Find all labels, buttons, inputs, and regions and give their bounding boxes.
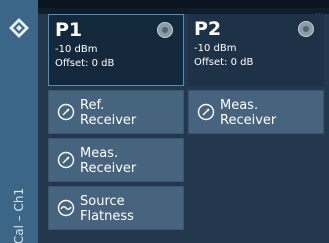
- channel-label-text: Cal – Ch1: [12, 187, 27, 243]
- side-strip: Cal – Ch1: [0, 0, 38, 243]
- ref-receiver-label: Ref. Receiver: [80, 98, 137, 128]
- calibration-panel: Cal – Ch1 ⋯ P1 -10 dBm Offset: 0 dB P2 -…: [0, 0, 329, 243]
- port-p2-title: P2: [194, 18, 222, 40]
- top-bar: [38, 0, 329, 8]
- meas-receiver-p1-button[interactable]: Meas. Receiver: [48, 138, 184, 182]
- port-status-icon[interactable]: [157, 22, 173, 38]
- channel-label: Cal – Ch1: [6, 187, 32, 243]
- meas-receiver-p2-button[interactable]: Meas. Receiver: [188, 90, 324, 134]
- source-flatness-button[interactable]: Source Flatness: [48, 186, 184, 230]
- source-flatness-label: Source Flatness: [80, 194, 134, 224]
- gauge-icon: [197, 103, 215, 121]
- port-p2-power: -10 dBm: [194, 43, 237, 54]
- port-p2-offset: Offset: 0 dB: [194, 57, 254, 68]
- port-status-icon[interactable]: [298, 21, 314, 37]
- ref-receiver-button[interactable]: Ref. Receiver: [48, 90, 184, 134]
- port-p2-card[interactable]: P2 -10 dBm Offset: 0 dB: [188, 14, 324, 86]
- meas-receiver-p1-label: Meas. Receiver: [80, 146, 137, 176]
- port-p1-card[interactable]: P1 -10 dBm Offset: 0 dB: [48, 14, 184, 86]
- port-p1-power: -10 dBm: [55, 44, 98, 55]
- gauge-icon: [57, 151, 75, 169]
- cal-content: P1 -10 dBm Offset: 0 dB P2 -10 dBm Offse…: [38, 14, 329, 243]
- port-p1-offset: Offset: 0 dB: [55, 58, 115, 69]
- rs-logo-icon: [9, 18, 29, 38]
- flatness-icon: [57, 199, 75, 217]
- port-p1-title: P1: [55, 19, 83, 41]
- meas-receiver-p2-label: Meas. Receiver: [220, 98, 277, 128]
- gauge-icon: [57, 103, 75, 121]
